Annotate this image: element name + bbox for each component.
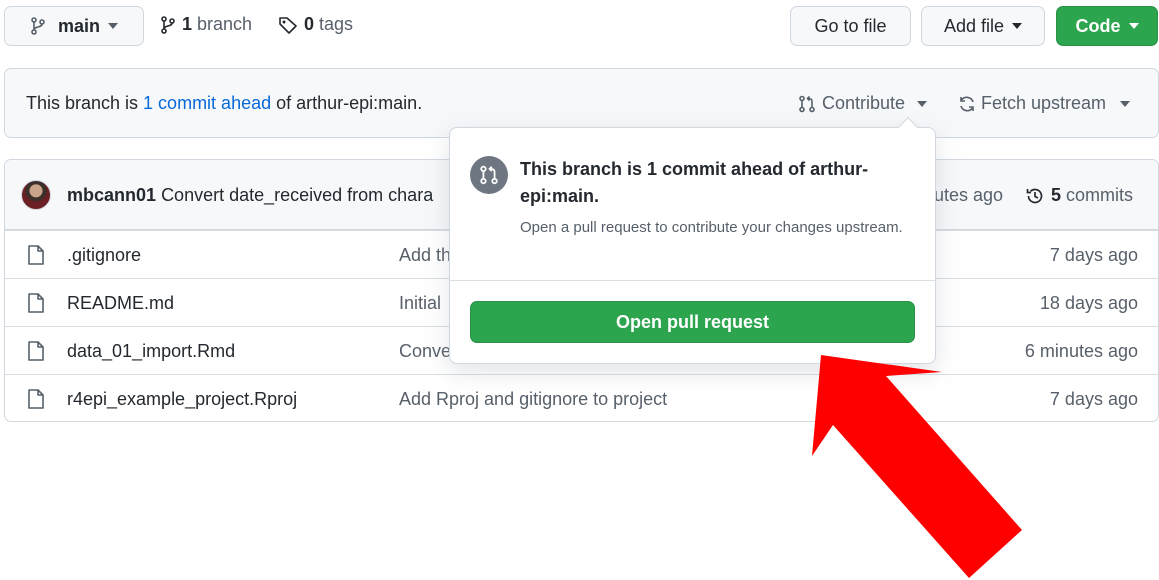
chevron-down-icon <box>917 100 928 107</box>
commits-link[interactable]: 5 commits <box>1025 185 1133 206</box>
add-file-label: Add file <box>943 15 1005 36</box>
file-name-link[interactable]: r4epi_example_project.Rproj <box>67 389 297 410</box>
branches-count: 1 <box>182 14 193 34</box>
chevron-down-icon <box>1120 100 1131 107</box>
tags-label: tags <box>319 14 354 34</box>
commits-label: commits <box>1066 185 1134 205</box>
file-name-link[interactable]: .gitignore <box>67 245 141 266</box>
tags-link[interactable]: 0 tags <box>278 14 353 35</box>
commit-message-link[interactable]: Convert date_received from chara <box>161 185 433 205</box>
commit-author-link[interactable]: mbcann01 <box>67 185 156 205</box>
banner-suffix: of arthur-epi:main. <box>271 93 423 113</box>
code-button[interactable]: Code <box>1056 6 1158 46</box>
banner-prefix: This branch is <box>26 93 144 113</box>
tag-icon <box>279 16 297 34</box>
commits-count: 5 <box>1051 185 1062 205</box>
file-name-link[interactable]: README.md <box>67 293 174 314</box>
file-commit-message[interactable]: Initial <box>399 293 441 314</box>
add-file-button[interactable]: Add file <box>921 6 1045 46</box>
pull-request-icon <box>799 95 815 112</box>
file-icon <box>28 245 44 265</box>
git-branch-icon <box>161 15 175 34</box>
file-age: 7 days ago <box>1049 245 1138 265</box>
tags-count: 0 <box>304 14 315 34</box>
code-label: Code <box>1075 15 1121 36</box>
file-commit-message[interactable]: Conve <box>399 341 451 362</box>
contribute-button[interactable]: Contribute <box>798 93 928 114</box>
branch-status-text: This branch is 1 commit ahead of arthur-… <box>26 93 422 114</box>
popover-title: This branch is 1 commit ahead of arthur-… <box>520 159 869 206</box>
table-row: r4epi_example_project.Rproj Add Rproj an… <box>5 374 1158 421</box>
branch-select-button[interactable]: main <box>4 6 144 46</box>
commit-time: utes ago <box>934 185 1004 205</box>
popover-divider <box>450 280 935 281</box>
file-commit-message[interactable]: Add th <box>399 245 451 266</box>
contribute-popover: This branch is 1 commit ahead of arthur-… <box>449 117 936 364</box>
latest-commit-text: mbcann01 Convert date_received from char… <box>67 185 433 206</box>
file-commit-message[interactable]: Add Rproj and gitignore to project <box>399 389 667 410</box>
avatar[interactable] <box>21 180 51 210</box>
file-age: 7 days ago <box>1049 389 1138 409</box>
go-to-file-button[interactable]: Go to file <box>790 6 911 46</box>
contribute-label: Contribute <box>822 93 906 113</box>
open-pull-request-button[interactable]: Open pull request <box>470 301 915 343</box>
file-icon <box>28 341 44 361</box>
pull-request-icon <box>470 156 508 194</box>
go-to-file-label: Go to file <box>814 15 887 36</box>
chevron-down-icon <box>1128 23 1139 29</box>
sync-icon <box>960 96 974 111</box>
fetch-upstream-label: Fetch upstream <box>981 93 1107 113</box>
branch-select-label: main <box>57 15 100 36</box>
history-icon <box>1026 188 1043 203</box>
branches-link[interactable]: 1 branch <box>160 14 252 35</box>
commit-ahead-link[interactable]: 1 commit ahead <box>143 93 271 113</box>
chevron-down-icon <box>1012 23 1023 29</box>
file-icon <box>28 389 44 409</box>
popover-description: Open a pull request to contribute your c… <box>520 219 903 236</box>
file-icon <box>28 293 44 313</box>
branch-icon <box>31 17 45 35</box>
file-name-link[interactable]: data_01_import.Rmd <box>67 341 235 362</box>
file-age: 6 minutes ago <box>1024 341 1138 361</box>
file-age: 18 days ago <box>1039 293 1138 313</box>
open-pull-request-label: Open pull request <box>615 311 770 332</box>
branches-label: branch <box>197 14 253 34</box>
chevron-down-icon <box>108 23 118 29</box>
fetch-upstream-button[interactable]: Fetch upstream <box>958 93 1131 114</box>
